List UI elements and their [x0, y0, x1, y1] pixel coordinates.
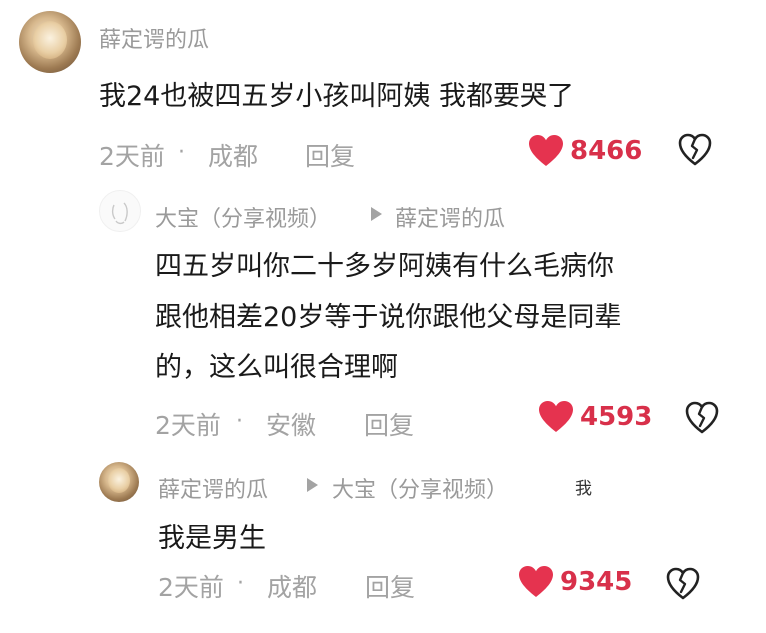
avatar[interactable] [19, 11, 81, 73]
reply-to-author[interactable]: 薛定谔的瓜 [395, 201, 505, 233]
comment-text: 我是男生 [158, 523, 266, 554]
avatar-sketch [111, 202, 128, 225]
comment-time: 2天前 [158, 573, 224, 602]
comment-author[interactable]: 大宝（分享视频） [155, 201, 331, 233]
like-button[interactable]: 8466 [528, 134, 643, 170]
reply-avatar[interactable] [99, 190, 141, 232]
like-count: 8466 [570, 136, 643, 166]
comment-text-line: 四五岁叫你二十多岁阿姨有什么毛病你 [155, 251, 614, 282]
play-arrow-icon [371, 207, 382, 221]
comment-text-line: 跟他相差20岁等于说你跟他父母是同辈 [155, 302, 622, 333]
heart-icon [519, 566, 553, 597]
reply-to-author[interactable]: 大宝（分享视频） [332, 472, 508, 504]
broken-heart-icon[interactable] [678, 133, 712, 167]
like-button[interactable]: 4593 [538, 400, 653, 436]
comment-author[interactable]: 薛定谔的瓜 [158, 472, 268, 504]
like-count: 4593 [580, 402, 653, 432]
comment-location: 成都 [267, 573, 318, 602]
meta-separator: · [237, 571, 244, 596]
comment-time: 2天前 [99, 142, 165, 171]
meta-separator: · [178, 140, 185, 165]
reply-button[interactable]: 回复 [364, 406, 414, 442]
broken-heart-icon[interactable] [685, 401, 719, 435]
heart-icon [539, 401, 573, 432]
reply-avatar[interactable] [99, 462, 139, 502]
comment-location: 成都 [208, 142, 259, 171]
reply-button[interactable]: 回复 [305, 137, 355, 173]
comment-time: 2天前 [155, 411, 221, 440]
like-button[interactable]: 9345 [518, 565, 633, 601]
avatar-face [33, 21, 67, 59]
comment-text: 我24也被四五岁小孩叫阿姨 我都要哭了 [99, 81, 574, 112]
comment-location: 安徽 [266, 411, 317, 440]
reply-button[interactable]: 回复 [365, 568, 415, 604]
play-arrow-icon [307, 478, 318, 492]
self-tag: 我 [575, 479, 592, 499]
meta-separator: · [236, 409, 243, 434]
comment-author[interactable]: 薛定谔的瓜 [99, 22, 209, 54]
heart-icon [529, 135, 563, 166]
like-count: 9345 [560, 567, 633, 597]
avatar-face [108, 468, 130, 493]
broken-heart-icon[interactable] [666, 567, 700, 601]
comment-text-line: 的，这么叫很合理啊 [155, 352, 398, 383]
